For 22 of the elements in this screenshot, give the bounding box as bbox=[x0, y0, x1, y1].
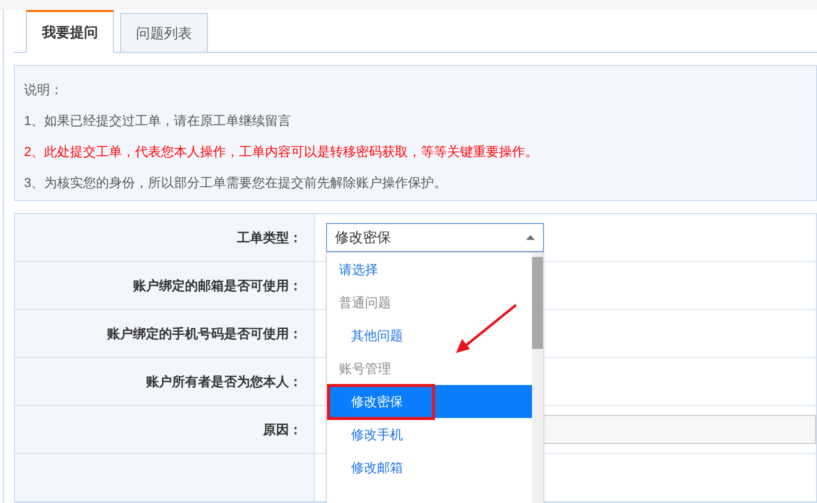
tab[interactable]: 问题列表 bbox=[120, 13, 208, 53]
field-label: 工单类型： bbox=[237, 228, 302, 247]
field-label: 账户绑定的邮箱是否可使用： bbox=[133, 276, 302, 295]
field-label: 账户绑定的手机号码是否可使用： bbox=[107, 324, 302, 343]
notice-title: 说明： bbox=[24, 81, 64, 99]
dropdown-option[interactable]: 其他问题 bbox=[327, 319, 532, 352]
tab[interactable]: 我要提问 bbox=[26, 10, 114, 53]
select-field[interactable]: 修改密保 bbox=[326, 223, 544, 252]
dropdown-option[interactable]: 修改邮箱 bbox=[327, 451, 532, 484]
dropdown-option: 普通问题 bbox=[327, 286, 532, 319]
dropdown-option[interactable]: 请选择 bbox=[327, 253, 532, 286]
scrollbar[interactable] bbox=[532, 253, 543, 503]
caret-up-icon bbox=[526, 235, 535, 240]
dropdown-option[interactable]: 修改密保 bbox=[327, 385, 532, 418]
field-label: 原因： bbox=[263, 420, 302, 439]
dropdown-option: 账号管理 bbox=[327, 352, 532, 385]
arrow-icon bbox=[454, 303, 518, 355]
field-label: 账户所有者是否为您本人： bbox=[146, 372, 302, 391]
notice-text: 2、此处提交工单，代表您本人操作，工单内容可以是转移密码获取，等等关键重要操作。 bbox=[24, 143, 540, 161]
dropdown-option[interactable]: 修改手机 bbox=[327, 418, 532, 451]
notice-text: 1、如果已经提交过工单，请在原工单继续留言 bbox=[24, 112, 292, 130]
notice-text: 3、为核实您的身份，所以部分工单需要您在提交前先解除账户操作保护。 bbox=[24, 174, 448, 192]
